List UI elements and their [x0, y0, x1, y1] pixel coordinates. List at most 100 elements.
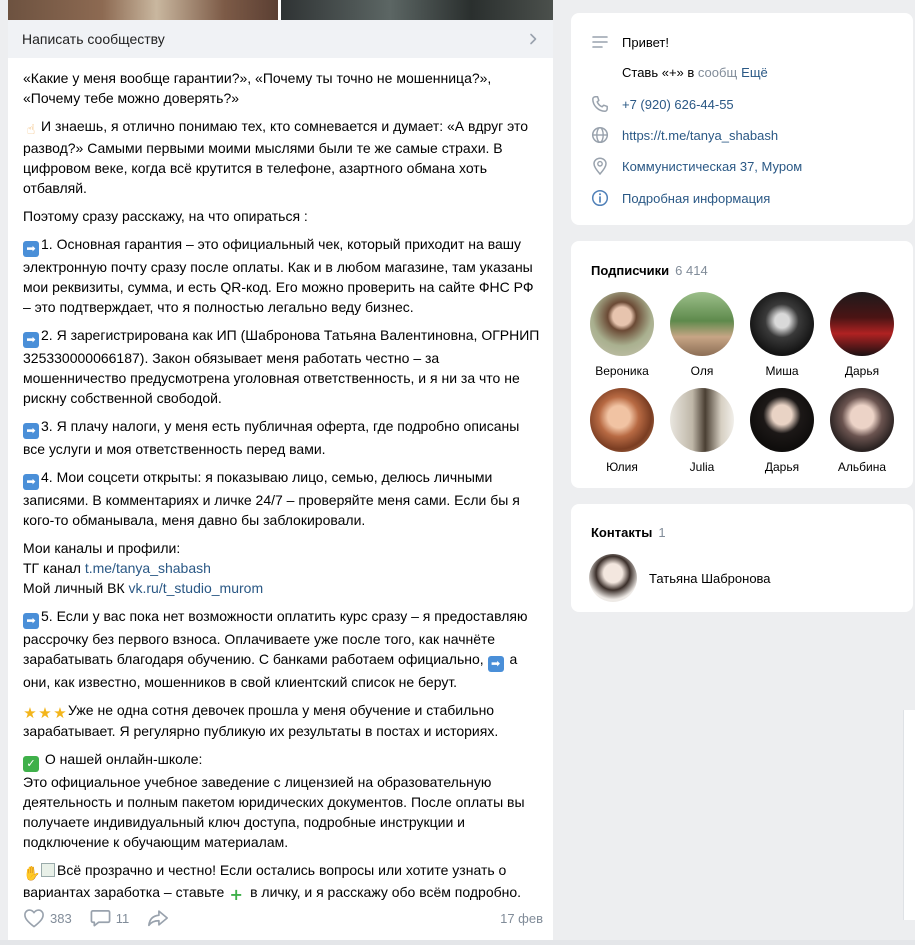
subscriber-item[interactable]: Юлия	[582, 388, 662, 474]
share-icon	[148, 910, 169, 927]
star-icon: ★	[53, 704, 67, 722]
avatar	[830, 388, 894, 452]
avatar	[589, 554, 637, 602]
subscriber-item[interactable]: Альбина	[822, 388, 902, 474]
phone-link[interactable]: +7 (920) 626-44-55	[622, 97, 734, 112]
phone-icon	[591, 95, 609, 113]
address-link[interactable]: Коммунистическая 37, Муром	[622, 159, 802, 174]
address-row: Коммунистическая 37, Муром	[591, 157, 802, 175]
comment-button[interactable]: 11	[90, 908, 130, 928]
subscriber-item[interactable]: Дарья	[742, 388, 822, 474]
write-to-community-button[interactable]: Написать сообществу	[8, 20, 553, 58]
share-button[interactable]	[147, 908, 174, 928]
details-row: Подробная информация	[591, 189, 770, 207]
post-paragraph: ☝ И знаешь, я отлично понимаю тех, кто со…	[23, 118, 528, 196]
contacts-title[interactable]: Контакты 1	[591, 525, 666, 540]
pointing-finger-icon: ☝	[26, 122, 36, 138]
arrow-right-icon: ➡	[23, 474, 39, 490]
star-icon: ★	[38, 704, 52, 722]
subscriber-name: Дарья	[764, 460, 800, 474]
subscriber-name: Оля	[690, 364, 714, 378]
contact-item[interactable]: Татьяна Шабронова	[589, 554, 771, 602]
subscriber-name: Миша	[765, 364, 799, 378]
checkmark-icon: ✓	[23, 756, 39, 772]
subscriber-name: Julia	[689, 460, 715, 474]
arrow-right-icon: ➡	[23, 241, 39, 257]
broken-image-icon	[41, 863, 55, 877]
comment-count: 11	[115, 910, 130, 926]
post-paragraph: ✓ О нашей онлайн-школе: Это официальное у…	[23, 751, 525, 850]
subscriber-name: Вероника	[595, 364, 649, 378]
arrow-right-icon: ➡	[23, 423, 39, 439]
avatar	[590, 388, 654, 452]
post-photo-1[interactable]	[8, 0, 278, 20]
avatar	[750, 292, 814, 356]
subscribers-count: 6 414	[675, 263, 708, 278]
details-link[interactable]: Подробная информация	[622, 191, 770, 206]
post-date[interactable]: 17 фев	[500, 911, 543, 926]
plus-icon: +	[229, 885, 243, 904]
subscriber-name: Дарья	[844, 364, 880, 378]
post-text: «Какие у меня вообще гарантии?», «Почему…	[23, 68, 543, 911]
status-more-link[interactable]: Ещё	[741, 65, 768, 80]
post-paragraph: ✋ Всё прозрачно и честно! Если остались в…	[23, 862, 522, 904]
subscriber-name: Юлия	[606, 460, 638, 474]
post-paragraph: «Какие у меня вообще гарантии?», «Почему…	[23, 70, 492, 106]
subscribers-card: Подписчики 6 414 Вероника Оля Миша Дарья …	[571, 241, 913, 488]
arrow-right-icon: ➡	[23, 613, 39, 629]
chevron-right-icon	[530, 33, 537, 45]
arrow-right-icon: ➡	[487, 656, 504, 672]
contacts-count: 1	[658, 525, 666, 540]
status-more-row: Ставь «+» в сообщ Ещё	[622, 65, 768, 80]
website-row: https://t.me/tanya_shabash	[591, 126, 778, 144]
like-count: 383	[50, 910, 72, 926]
post-footer: 383 11 17 фев	[23, 906, 543, 930]
avatar	[830, 292, 894, 356]
post-paragraph: ➡ 3. Я плачу налоги, у меня есть публична…	[23, 418, 520, 457]
post-paragraph: ➡ 5. Если у вас пока нет возможности опла…	[23, 608, 528, 690]
subscriber-item[interactable]: Вероника	[582, 292, 662, 378]
post-paragraph: ➡ 4. Мои соцсети открыты: я показываю лиц…	[23, 469, 520, 528]
status-row: Привет!	[591, 33, 669, 51]
vk-profile-link[interactable]: vk.ru/t_studio_murom	[129, 580, 264, 596]
text-lines-icon	[591, 33, 609, 51]
avatar	[590, 292, 654, 356]
avatar	[670, 292, 734, 356]
post-photo-2[interactable]	[281, 0, 553, 20]
status-preview: Ставь «+» в сообщ	[622, 65, 738, 80]
arrow-right-icon: ➡	[23, 332, 39, 348]
comment-icon	[90, 909, 111, 927]
subscribers-title[interactable]: Подписчики 6 414	[591, 263, 708, 278]
subscriber-item[interactable]: Дарья	[822, 292, 902, 378]
bottom-divider	[0, 940, 915, 945]
write-to-community-label: Написать сообществу	[22, 31, 165, 47]
post-photos	[8, 0, 553, 20]
website-link[interactable]: https://t.me/tanya_shabash	[622, 128, 778, 143]
phone-row: +7 (920) 626-44-55	[591, 95, 734, 113]
globe-icon	[591, 126, 609, 144]
post-paragraph: ★ ★ ★Уже не одна сотня девочек прошла у ме…	[23, 702, 499, 739]
post-paragraph: ➡ 2. Я зарегистрирована как ИП (Шабронова…	[23, 327, 540, 406]
location-pin-icon	[591, 157, 609, 175]
community-info-card: Привет! Ставь «+» в сообщ Ещё +7 (920) 6…	[571, 13, 913, 225]
hand-icon: ✋	[23, 866, 41, 882]
subscriber-item[interactable]: Оля	[662, 292, 742, 378]
subscriber-item[interactable]: Миша	[742, 292, 822, 378]
post-paragraph-links: Мои каналы и профили: ТГ канал t.me/tany…	[23, 540, 264, 596]
tg-channel-link[interactable]: t.me/tanya_shabash	[85, 560, 211, 576]
contact-name: Татьяна Шабронова	[649, 570, 771, 586]
post-card: Написать сообществу «Какие у меня вообще…	[8, 0, 553, 940]
star-icon: ★	[23, 704, 37, 722]
post-paragraph: Поэтому сразу расскажу, на что опираться…	[23, 208, 308, 224]
subscriber-name: Альбина	[837, 460, 887, 474]
post-paragraph: ➡ 1. Основная гарантия – это официальный …	[23, 236, 534, 315]
like-button[interactable]: 383	[23, 908, 72, 928]
heart-icon	[24, 909, 44, 928]
avatar	[750, 388, 814, 452]
subscriber-item[interactable]: Julia	[662, 388, 742, 474]
side-panel-edge	[903, 710, 915, 920]
contacts-card: Контакты 1 Татьяна Шабронова	[571, 504, 913, 612]
status-text: Привет!	[622, 34, 669, 50]
avatar	[670, 388, 734, 452]
info-icon	[591, 189, 609, 207]
